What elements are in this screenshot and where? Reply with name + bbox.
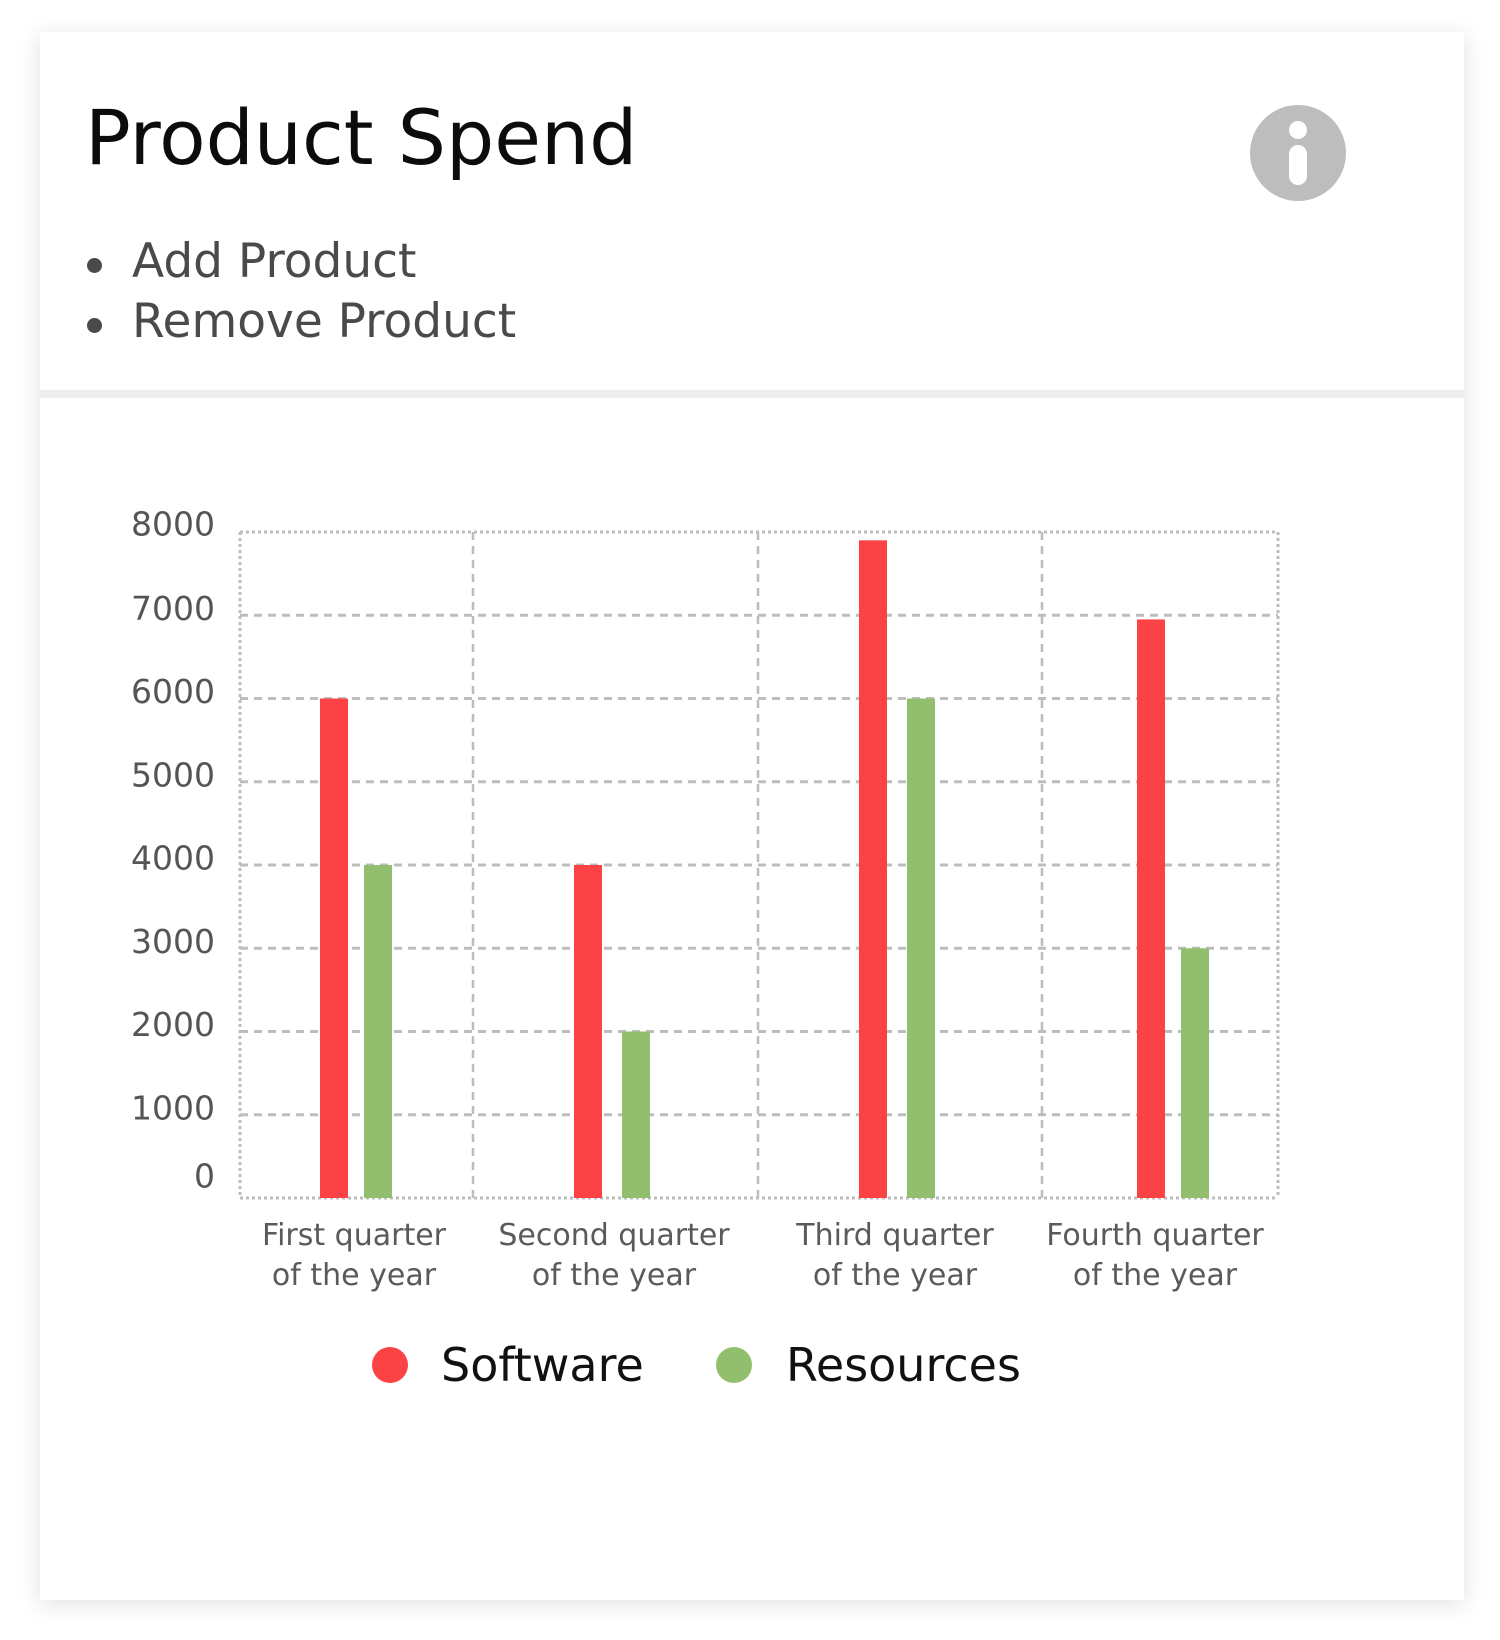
x-label-2-line-1: Second quarter [498,1218,730,1253]
legend-swatch-software [372,1347,408,1383]
y-tick-label-2: 2000 [131,1005,215,1044]
bar-resources-2[interactable] [622,1031,650,1199]
x-label-4-line-1: Fourth quarter [1046,1218,1264,1253]
legend-item-resources[interactable]: Resources [716,1338,1021,1392]
y-tick-label-5: 5000 [131,755,215,794]
bar-resources-3[interactable] [907,698,935,1199]
x-axis-labels: First quarter of the year Second quarter of… [262,1218,1264,1293]
x-label-3-line-1: Third quarter [795,1218,994,1253]
legend-label-software: Software [441,1338,644,1392]
bar-software-4[interactable] [1137,619,1165,1198]
x-label-4-line-2: of the year [1073,1258,1238,1293]
bar-software-3[interactable] [859,540,887,1198]
y-tick-label-0: 0 [194,1157,215,1196]
bar-resources-4[interactable] [1181,948,1209,1198]
bar-software-2[interactable] [574,865,602,1198]
chart-legend: Software Resources [372,1338,1021,1392]
x-label-1-line-2: of the year [272,1258,437,1293]
y-tick-label-1: 1000 [131,1088,215,1127]
bar-software-1[interactable] [320,698,348,1199]
y-tick-label-7: 7000 [131,589,215,628]
spend-bar-chart: 0 1000 2000 3000 4000 5000 6000 7000 8000 First … [131,505,1280,1392]
legend-label-resources: Resources [786,1338,1021,1392]
x-label-3-line-2: of the year [813,1258,978,1293]
x-label-1-line-1: First quarter [262,1218,447,1253]
chart-bars [320,540,1209,1198]
y-axis-ticks: 0 1000 2000 3000 4000 5000 6000 7000 8000 [131,505,215,1196]
chart-grid [238,530,1280,1200]
y-tick-label-6: 6000 [131,672,215,711]
legend-swatch-resources [716,1347,752,1383]
y-tick-label-8: 8000 [131,505,215,544]
y-tick-label-4: 4000 [131,839,215,878]
x-label-2-line-2: of the year [532,1258,697,1293]
y-tick-label-3: 3000 [131,922,215,961]
legend-item-software[interactable]: Software [372,1338,644,1392]
bar-resources-1[interactable] [364,865,392,1198]
